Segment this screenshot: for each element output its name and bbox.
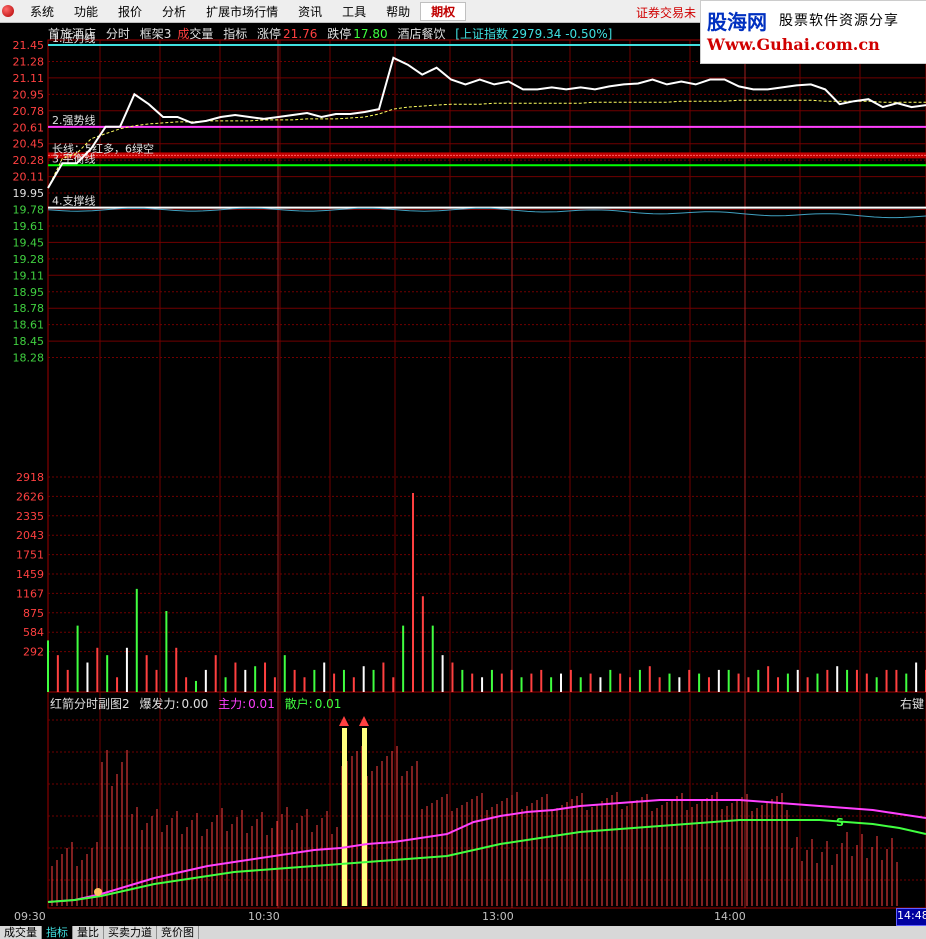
price-axis-label: 19.95	[13, 187, 45, 200]
price-axis-label: 18.28	[13, 352, 45, 365]
right-click-hint: 右键	[899, 697, 924, 711]
subchart-title-bar: 红箭分时副图2 爆发力: 0.00 主力: 0.01 散户: 0.01	[50, 695, 347, 712]
price-axis-label: 19.61	[13, 220, 45, 233]
price-axis-label: 19.11	[13, 269, 45, 282]
tab-indicator[interactable]: 指标	[42, 926, 73, 939]
index-quote: [上证指数 2979.34 -0.50%]	[455, 27, 613, 41]
watermark-slogan: 股票软件资源分享	[779, 13, 899, 29]
limit-up-value: 21.76	[283, 27, 318, 41]
volume-label-prefix: 成	[177, 27, 190, 41]
price-axis-label: 19.28	[13, 253, 45, 266]
price-axis-label: 18.78	[13, 302, 45, 315]
price-axis-label: 21.28	[13, 55, 45, 68]
menu-function[interactable]: 功能	[64, 3, 108, 20]
volume-axis-label: 875	[23, 607, 44, 620]
tab-buy-sell-force[interactable]: 买卖力道	[104, 926, 157, 939]
price-axis-label: 20.61	[13, 121, 45, 134]
volume-axis-label: 2626	[16, 490, 44, 503]
volume-label-suffix[interactable]: 交量	[189, 27, 213, 41]
volume-axis-label: 1167	[16, 587, 44, 600]
retail-value: 0.01	[314, 697, 342, 711]
main-force-label: 主力:	[218, 697, 247, 711]
watermark-brand: 股海网	[707, 10, 767, 34]
limit-up-label: 涨停	[257, 27, 282, 41]
burst-arrow-icon	[359, 716, 369, 726]
main-force-value: 0.01	[248, 697, 275, 711]
watermark-banner: 股海网 股票软件资源分享 Www.Guhai.com.cn	[700, 0, 926, 64]
price-axis-label: 18.61	[13, 319, 45, 332]
price-axis-label: 18.95	[13, 286, 45, 299]
stock-info-bar: 首旅酒店 分时 框架3 成交量 指标 涨停 21.76 跌停 17.80 酒店餐饮 […	[48, 25, 618, 41]
time-label-1400: 14:00	[714, 910, 746, 923]
tab-volume-ratio[interactable]: 量比	[73, 926, 104, 939]
price-axis-label: 19.45	[13, 236, 45, 249]
menu-news[interactable]: 资讯	[288, 3, 332, 20]
frame-label[interactable]: 框架3	[140, 27, 172, 41]
time-label-0930: 09:30	[14, 910, 46, 923]
securities-notice: 证券交易未	[636, 6, 697, 20]
burst-label: 爆发力:	[139, 697, 180, 711]
bottom-tab-bar: 成交量 指标 量比 买卖力道 竞价图	[0, 926, 926, 939]
indicator-label[interactable]: 指标	[223, 27, 247, 41]
menu-help[interactable]: 帮助	[376, 3, 420, 20]
burst-value: 0.00	[181, 697, 209, 711]
menu-extended-market[interactable]: 扩展市场行情	[196, 3, 288, 20]
limit-down-value: 17.80	[353, 27, 388, 41]
volume-axis-label: 2918	[16, 471, 44, 484]
menu-system[interactable]: 系统	[20, 3, 64, 20]
price-axis-label: 18.45	[13, 335, 45, 348]
time-label-1300: 13:00	[482, 910, 514, 923]
volume-axis-label: 292	[23, 646, 44, 659]
retail-label: 散户:	[284, 697, 313, 711]
menu-quote[interactable]: 报价	[108, 3, 152, 20]
price-axis-label: 21.11	[13, 72, 45, 85]
chart-canvas: 21.45 21.28 21.11 20.95 20.78 20.61 20.45 20.28…	[13, 31, 926, 909]
app-logo-icon	[2, 5, 14, 17]
mode-label[interactable]: 分时	[106, 27, 130, 41]
price-axis-label: 19.78	[13, 204, 45, 217]
support-line-label: 4.支撑线	[52, 194, 96, 208]
burst-arrow-icon	[339, 716, 349, 726]
price-axis-label: 20.95	[13, 88, 45, 101]
price-line	[47, 56, 926, 189]
volume-axis-label: 584	[23, 626, 44, 639]
volume-axis-label: 2043	[16, 529, 44, 542]
buy-signal-dot	[94, 888, 102, 896]
watermark-url: Www.Guhai.com.cn	[707, 35, 880, 54]
price-axis-label: 21.45	[13, 39, 45, 52]
limit-down-label: 跌停	[327, 27, 352, 41]
menu-options[interactable]: 期权	[420, 1, 467, 21]
sell-signal-mark: S	[836, 816, 844, 829]
menu-tools[interactable]: 工具	[332, 3, 376, 20]
volume-axis-label: 1459	[16, 568, 44, 581]
tab-auction-chart[interactable]: 竞价图	[157, 926, 199, 939]
subchart-title[interactable]: 红箭分时副图2	[50, 697, 130, 711]
tab-volume[interactable]: 成交量	[0, 926, 42, 939]
volume-axis-label: 1751	[16, 549, 44, 562]
price-axis-label: 20.11	[13, 171, 45, 184]
strong-line-label: 2.强势线	[52, 113, 96, 127]
price-axis-label: 20.78	[13, 105, 45, 118]
time-label-1030: 10:30	[248, 910, 280, 923]
current-time-marker: 14:48	[896, 908, 926, 926]
volume-axis-label: 2335	[16, 510, 44, 523]
sector-label[interactable]: 酒店餐饮	[397, 27, 445, 41]
main-panel-frame	[47, 39, 926, 693]
burst-bar	[342, 728, 347, 906]
menu-analysis[interactable]: 分析	[152, 3, 196, 20]
burst-bar	[362, 728, 367, 906]
price-axis-label: 20.28	[13, 154, 45, 167]
stock-name: 首旅酒店	[48, 27, 97, 41]
price-axis-label: 20.45	[13, 138, 45, 151]
